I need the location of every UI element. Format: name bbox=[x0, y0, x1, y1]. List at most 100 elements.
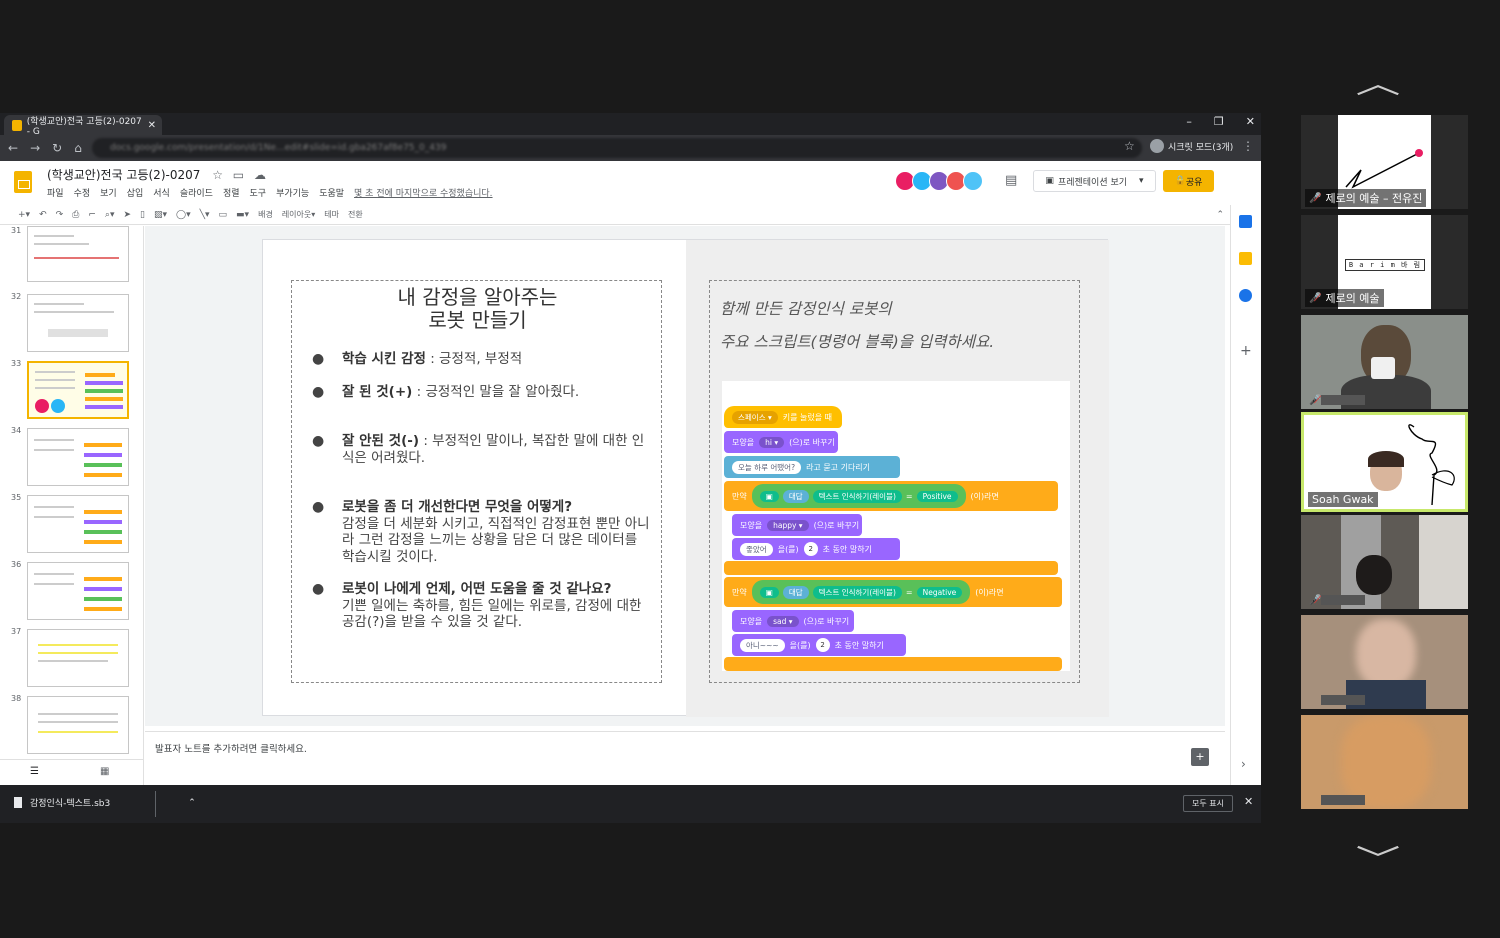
menu-arrange[interactable]: 정렬 bbox=[223, 186, 240, 199]
slide-thumb[interactable] bbox=[27, 696, 129, 754]
slide-thumb-selected[interactable] bbox=[27, 361, 129, 419]
current-slide[interactable]: 내 감정을 알아주는 로봇 만들기 ● 학습 시킨 감정 : 긍정적, 부정적 … bbox=[262, 239, 1109, 717]
doc-title[interactable]: (학생교안)전국 고등(2)-0207 ☆ ▭ ☁ bbox=[47, 166, 266, 183]
comment-icon[interactable]: ▤ bbox=[1005, 173, 1017, 188]
menu-file[interactable]: 파일 bbox=[47, 186, 64, 199]
slide-thumb[interactable] bbox=[27, 629, 129, 687]
back-icon[interactable]: ← bbox=[8, 141, 18, 155]
shape-icon[interactable]: ◯▾ bbox=[176, 210, 191, 220]
download-item[interactable]: 감정인식-텍스트.sb3 ⌃ bbox=[14, 796, 196, 809]
menu-edit[interactable]: 수정 bbox=[74, 186, 91, 199]
layout-button[interactable]: 레이아웃▾ bbox=[282, 209, 315, 220]
participant-tile[interactable]: B a r i m 바 림 🎤̸ 제로의 예술 bbox=[1301, 215, 1468, 309]
restore-button[interactable]: ❐ bbox=[1214, 115, 1224, 128]
slide-thumb[interactable] bbox=[27, 495, 129, 553]
slide-thumb[interactable] bbox=[27, 562, 129, 620]
script-textbox[interactable]: 함께 만든 감정인식 로봇의 주요 스크립트(명령어 블록)을 입력하세요. 스… bbox=[709, 280, 1080, 683]
add-addon-icon[interactable]: + bbox=[1240, 343, 1252, 359]
close-download-bar-icon[interactable]: ✕ bbox=[1244, 795, 1253, 808]
speaker-notes-placeholder: 발표자 노트를 추가하려면 클릭하세요. bbox=[155, 744, 307, 755]
key-dropdown: 스페이스 ▾ bbox=[732, 410, 778, 424]
bookmark-star-icon[interactable]: ☆ bbox=[1124, 139, 1135, 153]
slide-number: 35 bbox=[11, 493, 22, 502]
slide-thumb[interactable] bbox=[27, 226, 129, 282]
browser-menu-icon[interactable]: ⋮ bbox=[1242, 139, 1254, 153]
home-icon[interactable]: ⌂ bbox=[74, 141, 82, 155]
menu-view[interactable]: 보기 bbox=[100, 186, 117, 199]
participant-tile[interactable] bbox=[1301, 615, 1468, 709]
forward-icon[interactable]: → bbox=[30, 141, 40, 155]
incognito-label: 시크릿 모드(3개) bbox=[1168, 142, 1234, 153]
border-icon[interactable]: ▬▾ bbox=[236, 210, 249, 220]
theme-button[interactable]: 테마 bbox=[324, 209, 339, 220]
calendar-icon[interactable] bbox=[1239, 215, 1252, 228]
zoom-icon[interactable]: ⌕▾ bbox=[105, 210, 115, 220]
transition-button[interactable]: 전환 bbox=[348, 209, 363, 220]
scroll-down-icon[interactable]: ﹀ bbox=[1356, 838, 1401, 878]
costume-dropdown: happy ▾ bbox=[767, 519, 809, 531]
speaker-notes[interactable]: 발표자 노트를 추가하려면 클릭하세요. + bbox=[145, 731, 1225, 783]
slides-logo-icon[interactable] bbox=[14, 171, 32, 193]
explore-icon[interactable]: + bbox=[1191, 748, 1209, 766]
menu-addons[interactable]: 부가기능 bbox=[276, 186, 309, 199]
slide-title-line2: 로봇 만들기 bbox=[428, 308, 527, 332]
ask-suffix: 라고 묻고 기다리기 bbox=[806, 462, 871, 472]
last-edit-link[interactable]: 몇 초 전에 마지막으로 수정했습니다. bbox=[354, 186, 493, 199]
select-icon[interactable]: ➤ bbox=[123, 210, 131, 220]
image-icon[interactable]: ▨▾ bbox=[154, 210, 167, 220]
slide-thumb[interactable] bbox=[27, 294, 129, 352]
chevron-down-icon[interactable]: ▾ bbox=[1139, 176, 1144, 186]
paint-format-icon[interactable]: ⌐ bbox=[88, 210, 96, 220]
incognito-indicator[interactable]: 시크릿 모드(3개) bbox=[1150, 139, 1233, 153]
new-slide-icon[interactable]: +▾ bbox=[18, 210, 30, 220]
print-icon[interactable]: ⎙ bbox=[72, 210, 79, 220]
participant-tile[interactable] bbox=[1301, 715, 1468, 809]
minimize-button[interactable]: – bbox=[1186, 115, 1192, 128]
redo-icon[interactable]: ↷ bbox=[56, 210, 64, 220]
menu-slide[interactable]: 슬라이드 bbox=[180, 186, 213, 199]
participant-tile[interactable]: 🎤̸ 제로의 예술 – 전유진 bbox=[1301, 115, 1468, 209]
download-bar: 감정인식-텍스트.sb3 ⌃ 모두 표시 ✕ bbox=[0, 785, 1261, 823]
keep-icon[interactable] bbox=[1239, 252, 1252, 265]
browser-tab[interactable]: (학생교안)전국 고등(2)-0207 - G ✕ bbox=[4, 115, 162, 137]
say-label: 을(를) bbox=[789, 640, 811, 650]
slide-thumb[interactable] bbox=[27, 428, 129, 486]
answer-reporter: 대답 bbox=[782, 585, 809, 599]
star-icon[interactable]: ☆ bbox=[212, 168, 223, 182]
background-button[interactable]: 배경 bbox=[258, 209, 273, 220]
menu-bar: 파일 수정 보기 삽입 서식 슬라이드 정렬 도구 부가기능 도움말 몇 초 전… bbox=[47, 186, 493, 199]
line-icon[interactable]: ╲▾ bbox=[200, 210, 210, 220]
reload-icon[interactable]: ↻ bbox=[52, 141, 62, 155]
avatar[interactable] bbox=[963, 171, 983, 191]
menu-tools[interactable]: 도구 bbox=[250, 186, 267, 199]
participant-tile[interactable]: 🎤̸ bbox=[1301, 315, 1468, 409]
scroll-up-icon[interactable]: ︿ bbox=[1356, 62, 1401, 102]
share-button[interactable]: 🔒 공유 bbox=[1163, 170, 1214, 192]
list-view-icon[interactable]: ☰ bbox=[30, 766, 39, 777]
participant-tile-active[interactable]: Soah Gwak bbox=[1301, 412, 1468, 512]
reflection-textbox[interactable]: 내 감정을 알아주는 로봇 만들기 ● 학습 시킨 감정 : 긍정적, 부정적 … bbox=[291, 280, 662, 683]
collapse-icon[interactable]: ⌃ bbox=[1216, 210, 1224, 220]
comment-add-icon[interactable]: ▭ bbox=[219, 210, 228, 220]
grid-view-icon[interactable]: ▦ bbox=[100, 766, 109, 777]
chevron-right-icon[interactable]: › bbox=[1241, 757, 1246, 771]
tab-close-icon[interactable]: ✕ bbox=[148, 120, 156, 131]
move-folder-icon[interactable]: ▭ bbox=[233, 168, 244, 182]
menu-help[interactable]: 도움말 bbox=[319, 186, 344, 199]
tasks-icon[interactable] bbox=[1239, 289, 1252, 302]
when-key-pressed-block: 스페이스 ▾ 키를 눌렀을 때 bbox=[724, 406, 842, 428]
present-button[interactable]: ▣ 프레젠테이션 보기 ▾ bbox=[1033, 170, 1156, 192]
textbox-icon[interactable]: ▯ bbox=[140, 210, 145, 220]
close-window-button[interactable]: ✕ bbox=[1246, 115, 1255, 128]
url-input[interactable]: docs.google.com/presentation/d/1Ne...edi… bbox=[92, 138, 1142, 158]
switch-costume-block: 모양을 hi ▾ (으)로 바꾸기 bbox=[724, 431, 838, 453]
menu-format[interactable]: 서식 bbox=[153, 186, 170, 199]
side-panel: + › bbox=[1230, 205, 1261, 785]
show-all-button[interactable]: 모두 표시 bbox=[1183, 795, 1233, 812]
mic-muted-icon: 🎤̸ bbox=[1309, 595, 1322, 606]
chevron-up-icon[interactable]: ⌃ bbox=[188, 798, 196, 808]
participant-tile[interactable]: 🎤̸ bbox=[1301, 515, 1468, 609]
menu-insert[interactable]: 삽입 bbox=[127, 186, 144, 199]
undo-icon[interactable]: ↶ bbox=[39, 210, 47, 220]
slide-number: 38 bbox=[11, 694, 22, 703]
